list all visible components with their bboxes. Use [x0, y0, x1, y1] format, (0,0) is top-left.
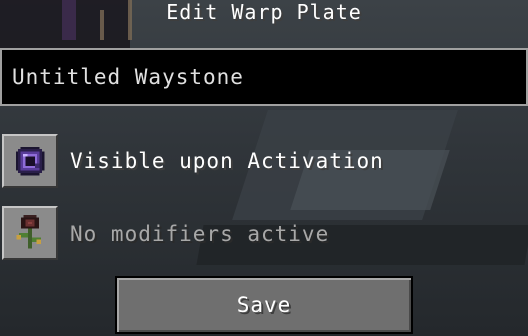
ender-eye-icon — [15, 146, 45, 176]
modifiers-label: No modifiers active — [70, 222, 330, 246]
visibility-label: Visible upon Activation — [70, 149, 384, 173]
screen-title: Edit Warp Plate — [166, 0, 362, 24]
waystone-name-input[interactable] — [0, 48, 528, 106]
wither-rose-icon — [16, 215, 42, 249]
save-button[interactable]: Save — [115, 276, 413, 334]
modifiers-button[interactable] — [2, 206, 58, 260]
visibility-toggle-button[interactable] — [2, 134, 58, 188]
